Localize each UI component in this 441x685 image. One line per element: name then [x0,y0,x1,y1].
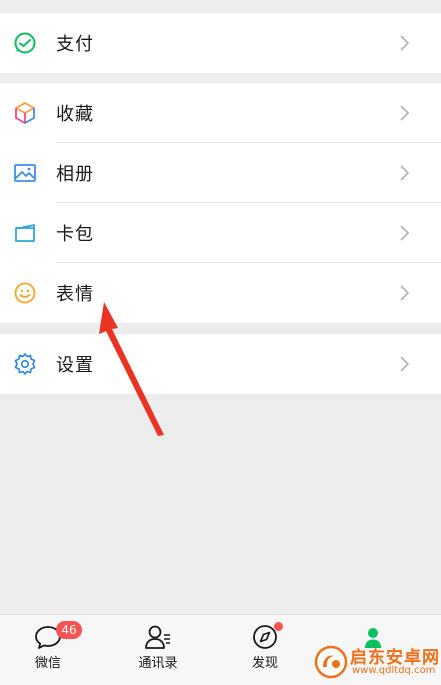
tab-label-contacts: 通讯录 [138,656,178,671]
tab-label-discover: 发现 [251,656,278,671]
unread-badge: 46 [56,621,82,639]
tab-discover[interactable]: 发现 [225,615,305,685]
watermark: 启东安卓网 www.qdltdq.com [310,642,441,684]
contacts-icon [145,625,170,649]
watermark-url: www.qdltdq.com [352,665,436,676]
annotation-arrow [99,302,164,436]
tab-label-chats: 微信 [34,656,61,671]
watermark-logo-icon [314,645,348,679]
tab-contacts[interactable]: 通讯录 [118,615,198,685]
new-dot [274,622,283,631]
tab-chats[interactable]: 46 微信 [8,615,88,685]
